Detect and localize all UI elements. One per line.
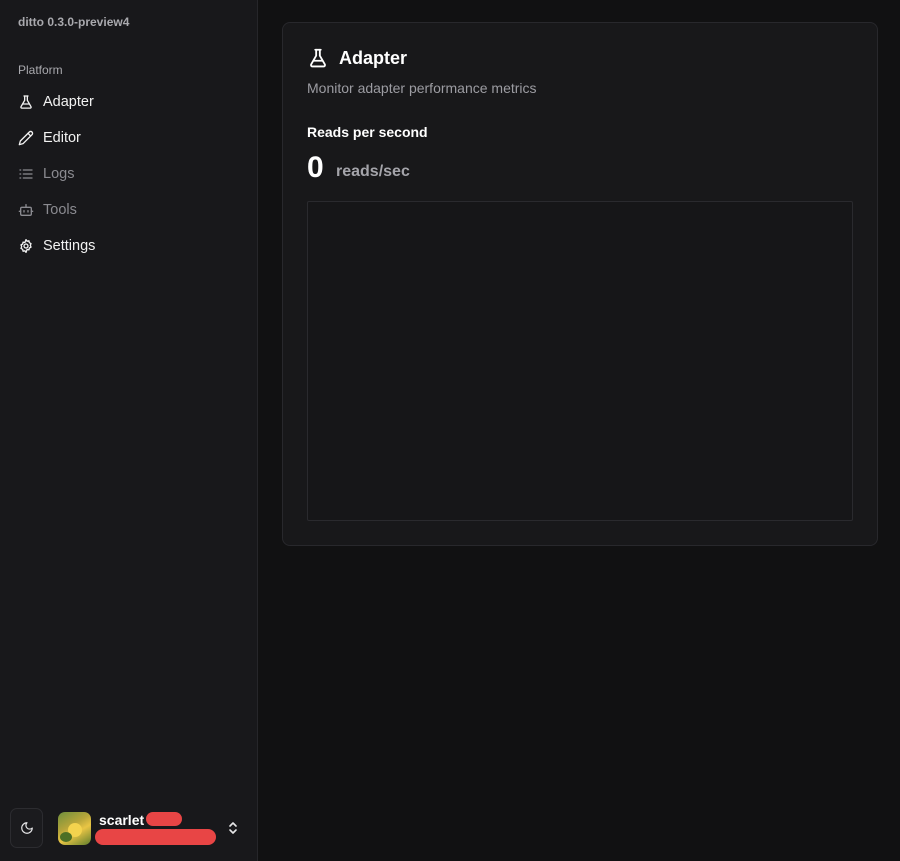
app-version: ditto 0.3.0-preview4 xyxy=(18,15,130,29)
sidebar-item-adapter[interactable]: Adapter xyxy=(10,84,248,120)
card-subtitle: Monitor adapter performance metrics xyxy=(307,80,537,96)
sidebar-item-label: Editor xyxy=(43,130,81,146)
pencil-icon xyxy=(18,130,34,146)
redaction-mark xyxy=(95,829,216,845)
chevrons-up-down-icon xyxy=(227,820,239,836)
theme-toggle-button[interactable] xyxy=(10,808,43,848)
card-title: Adapter xyxy=(307,47,407,69)
sidebar-group-label: Platform xyxy=(18,63,63,77)
metric-value: 0 xyxy=(307,151,324,184)
metric-label: Reads per second xyxy=(307,124,428,140)
sidebar-item-editor[interactable]: Editor xyxy=(10,120,248,156)
adapter-card: Adapter Monitor adapter performance metr… xyxy=(282,22,878,546)
list-icon xyxy=(18,166,34,182)
redaction-mark xyxy=(146,812,182,826)
metrics-chart-area xyxy=(307,201,853,521)
flask-icon xyxy=(310,48,326,68)
sidebar: ditto 0.3.0-preview4 Platform Adapter Ed… xyxy=(0,0,258,861)
avatar xyxy=(58,812,91,845)
page-title: Adapter xyxy=(339,47,408,68)
metric-unit: reads/sec xyxy=(336,163,410,180)
sidebar-item-logs[interactable]: Logs xyxy=(10,156,248,192)
user-name: scarlet xyxy=(99,812,145,828)
bot-icon xyxy=(18,202,34,218)
flask-icon xyxy=(18,94,34,110)
sidebar-item-label: Adapter xyxy=(43,94,94,110)
sidebar-item-settings[interactable]: Settings xyxy=(10,228,248,264)
sidebar-item-label: Settings xyxy=(43,238,96,254)
sidebar-item-tools[interactable]: Tools xyxy=(10,192,248,228)
sidebar-item-label: Logs xyxy=(43,166,75,182)
moon-icon xyxy=(20,821,34,835)
gear-icon xyxy=(18,238,34,254)
sidebar-item-label: Tools xyxy=(43,202,77,218)
sidebar-nav: Adapter Editor Logs Tools Settings xyxy=(10,84,248,264)
user-menu-button[interactable]: scarlet xyxy=(58,809,248,845)
